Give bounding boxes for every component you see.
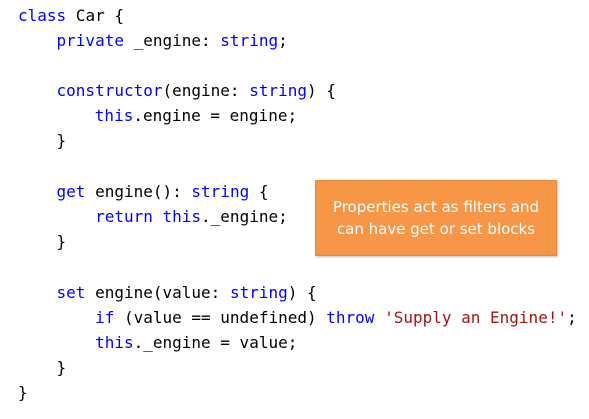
code-keyword: string [229, 283, 288, 302]
code-string: 'Supply an Engine!' [384, 308, 568, 327]
code-line: return this._engine; [18, 206, 288, 228]
code-text: ) { [287, 283, 317, 302]
code-keyword: return [95, 207, 153, 226]
callout-line-2: can have get or set blocks [336, 220, 536, 238]
code-keyword: string [220, 31, 279, 50]
code-keyword: private [56, 31, 124, 50]
code-text: Car { [66, 6, 124, 25]
code-line: set engine(value: string) { [18, 282, 317, 304]
code-text: _engine: [123, 31, 221, 50]
code-keyword: this [95, 333, 134, 352]
code-text: engine(): [85, 182, 192, 201]
code-line: } [18, 231, 67, 253]
callout-line-1: Properties act as filters and [332, 198, 540, 216]
code-text: ; [567, 308, 577, 327]
code-line: constructor(engine: string) { [18, 80, 336, 102]
code-keyword: if [95, 308, 115, 327]
code-line: if (value == undefined) throw 'Supply an… [18, 307, 577, 329]
code-line: private _engine: string; [18, 30, 288, 52]
code-text: } [18, 358, 67, 377]
code-text: engine(value: [85, 283, 230, 302]
code-keyword: throw [326, 308, 375, 327]
code-text: ._engine = value; [133, 333, 298, 352]
code-line: } [18, 130, 67, 152]
code-text: .engine = engine; [133, 106, 298, 125]
code-keyword: this [162, 207, 202, 226]
code-keyword: string [191, 182, 250, 201]
code-text: } [18, 232, 67, 251]
code-line: } [18, 382, 28, 404]
code-keyword: class [18, 6, 67, 25]
code-text: } [18, 131, 67, 150]
code-text: (engine: [162, 81, 250, 100]
code-text: ; [278, 31, 288, 50]
code-text: ._engine; [201, 207, 288, 226]
code-keyword: this [94, 106, 134, 125]
code-line: class Car { [18, 5, 124, 27]
code-line: } [18, 357, 67, 379]
code-line: this.engine = engine; [37, 105, 297, 127]
code-keyword: constructor [56, 81, 163, 100]
code-text: (value == undefined) [114, 308, 327, 327]
code-line: get engine(): string { [18, 181, 269, 203]
code-keyword: string [249, 81, 307, 100]
code-keyword: get [56, 182, 86, 201]
code-keyword: set [56, 283, 86, 302]
code-text: ) { [307, 81, 336, 100]
code-text: { [249, 182, 269, 201]
callout-note: Properties act as filters and can have g… [315, 180, 557, 256]
code-text: } [18, 383, 28, 402]
code-line: this._engine = value; [18, 332, 297, 354]
